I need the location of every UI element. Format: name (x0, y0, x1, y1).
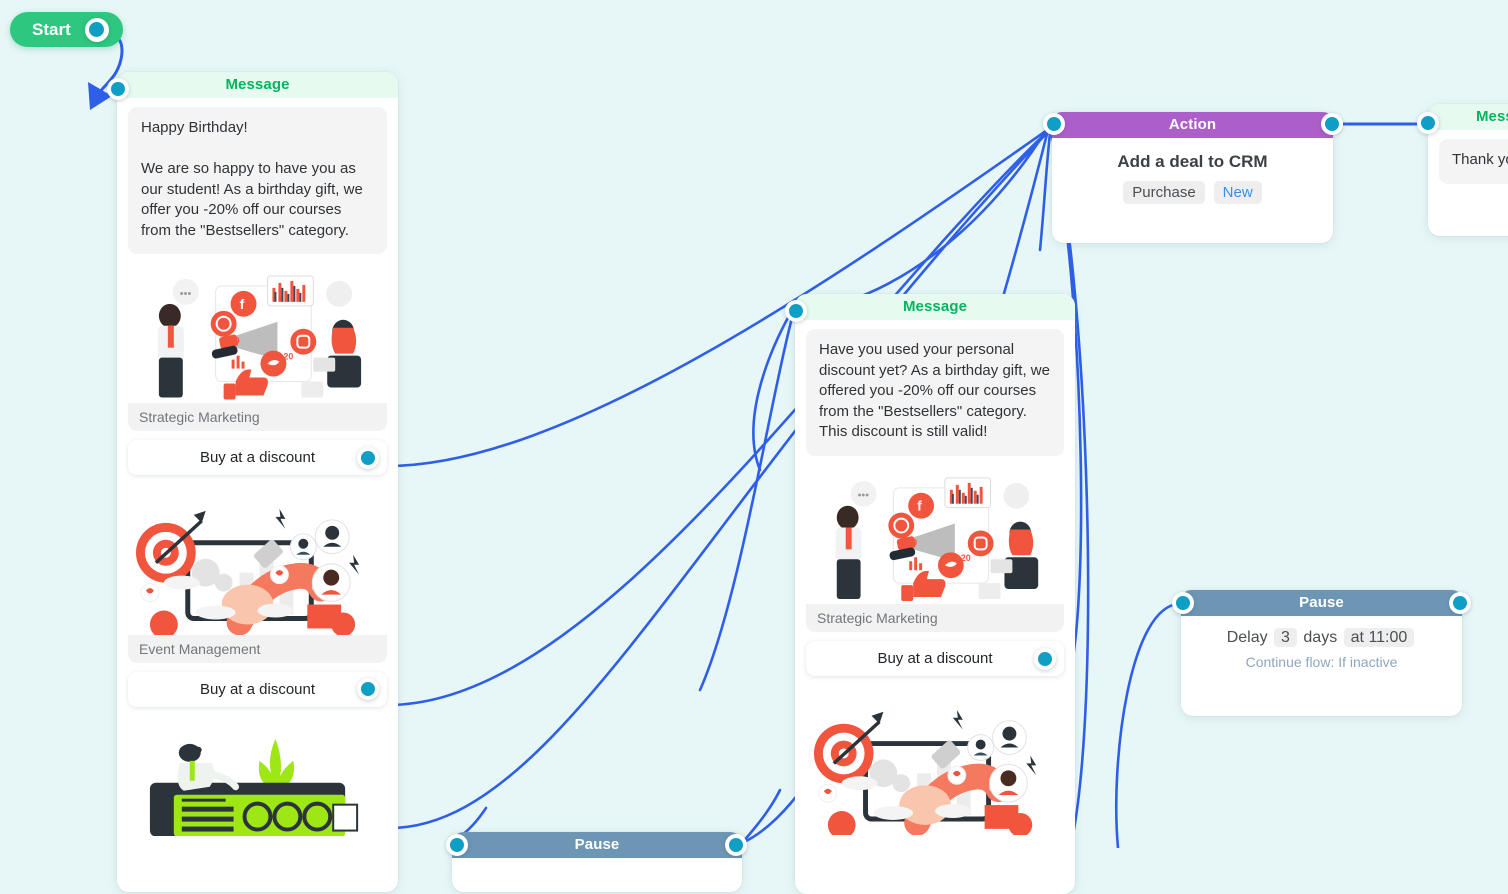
message-node-1-button-2-label: Buy at a discount (199, 680, 316, 698)
pause-node-1-delay-row: Delay 3 days at 11:00 (1193, 628, 1450, 647)
message-node-1-button-1[interactable]: Buy at a discount (128, 440, 387, 476)
message-node-2-input-port[interactable] (785, 300, 807, 322)
start-node[interactable]: Start (10, 12, 123, 47)
pause-delay-time[interactable]: at 11:00 (1343, 628, 1415, 647)
pause-delay-unit: days (1303, 629, 1338, 646)
start-output-port[interactable] (84, 17, 109, 42)
message-node-1-button-2[interactable]: Buy at a discount (128, 671, 387, 707)
pause-node-2-output-port[interactable] (725, 834, 747, 856)
pause-node-1[interactable]: Pause Delay 3 days at 11:00 Continue flo… (1181, 590, 1462, 716)
message-node-3-text: Thank yo (1439, 139, 1508, 184)
action-node-input-port[interactable] (1043, 113, 1065, 135)
message-node-1-card-1: ••• f 10 20 Strategic Marketing (128, 264, 387, 432)
message-node-2[interactable]: Message Have you used your personal disc… (795, 294, 1075, 894)
message-node-2-text: Have you used your personal discount yet… (806, 329, 1064, 456)
svg-text:20: 20 (283, 352, 293, 362)
magnet-audience-illustration (806, 686, 1064, 836)
magnet-audience-illustration (128, 485, 387, 635)
message-node-3[interactable]: Message Thank yo (1428, 104, 1508, 236)
message-node-2-button-1-label: Buy at a discount (877, 650, 993, 668)
message-node-1-button-1-label: Buy at a discount (199, 449, 316, 467)
svg-text:f: f (917, 497, 922, 513)
message-node-1[interactable]: Message Happy Birthday! We are so happy … (117, 72, 398, 892)
svg-text:•••: ••• (858, 489, 870, 501)
svg-text:20: 20 (961, 553, 971, 563)
action-node-header: Action (1052, 112, 1333, 138)
message-node-1-card-3 (128, 716, 387, 837)
message-node-1-button-1-port[interactable] (357, 446, 379, 469)
message-node-1-card-1-caption: Strategic Marketing (128, 403, 387, 432)
message-node-2-card-1-caption: Strategic Marketing (806, 604, 1064, 633)
action-chip-purchase[interactable]: Purchase (1123, 181, 1205, 204)
svg-text:10: 10 (907, 537, 917, 547)
message-node-1-header: Message (117, 72, 398, 98)
pause-node-2[interactable]: Pause (452, 832, 742, 892)
message-node-1-card-2-caption: Event Management (128, 634, 387, 663)
pause-node-2-input-port[interactable] (446, 834, 468, 856)
pause-node-1-output-port[interactable] (1449, 592, 1471, 614)
action-node-title: Add a deal to CRM (1117, 152, 1268, 171)
pause-delay-label: Delay (1226, 629, 1268, 646)
message-node-1-button-2-port[interactable] (357, 678, 379, 701)
svg-text:10: 10 (230, 336, 240, 346)
svg-text:f: f (240, 296, 245, 312)
social-media-marketing-illustration: ••• f 10 20 (806, 465, 1064, 605)
message-node-3-input-port[interactable] (1417, 112, 1439, 134)
action-node-output-port[interactable] (1321, 113, 1343, 135)
message-node-2-button-1-port[interactable] (1034, 647, 1056, 670)
start-label: Start (32, 19, 71, 39)
pause-delay-value[interactable]: 3 (1274, 628, 1297, 647)
pause-node-1-continue: Continue flow: If inactive (1245, 654, 1398, 670)
pause-node-1-header: Pause (1181, 590, 1462, 616)
pause-node-1-input-port[interactable] (1172, 592, 1194, 614)
message-node-1-card-2: Event Management (128, 485, 387, 663)
message-node-1-input-port[interactable] (107, 78, 129, 100)
flow-canvas[interactable]: Start Message Happy Birthday! We are so … (0, 0, 1508, 894)
action-node[interactable]: Action Add a deal to CRM Purchase New (1052, 112, 1333, 243)
message-node-2-header: Message (795, 294, 1075, 320)
message-node-2-card-1: ••• f 10 20 Strategic Marketing (806, 465, 1064, 633)
svg-text:•••: ••• (180, 288, 192, 300)
pause-node-2-header: Pause (452, 832, 742, 858)
message-node-1-text: Happy Birthday! We are so happy to have … (128, 107, 387, 254)
action-chip-new[interactable]: New (1213, 181, 1262, 204)
green-console-operator-illustration (128, 716, 387, 837)
message-node-2-button-1[interactable]: Buy at a discount (806, 641, 1064, 677)
message-node-2-card-2 (806, 686, 1064, 836)
social-media-marketing-illustration: ••• f 10 20 (128, 264, 387, 404)
message-node-3-header: Message (1428, 104, 1508, 130)
